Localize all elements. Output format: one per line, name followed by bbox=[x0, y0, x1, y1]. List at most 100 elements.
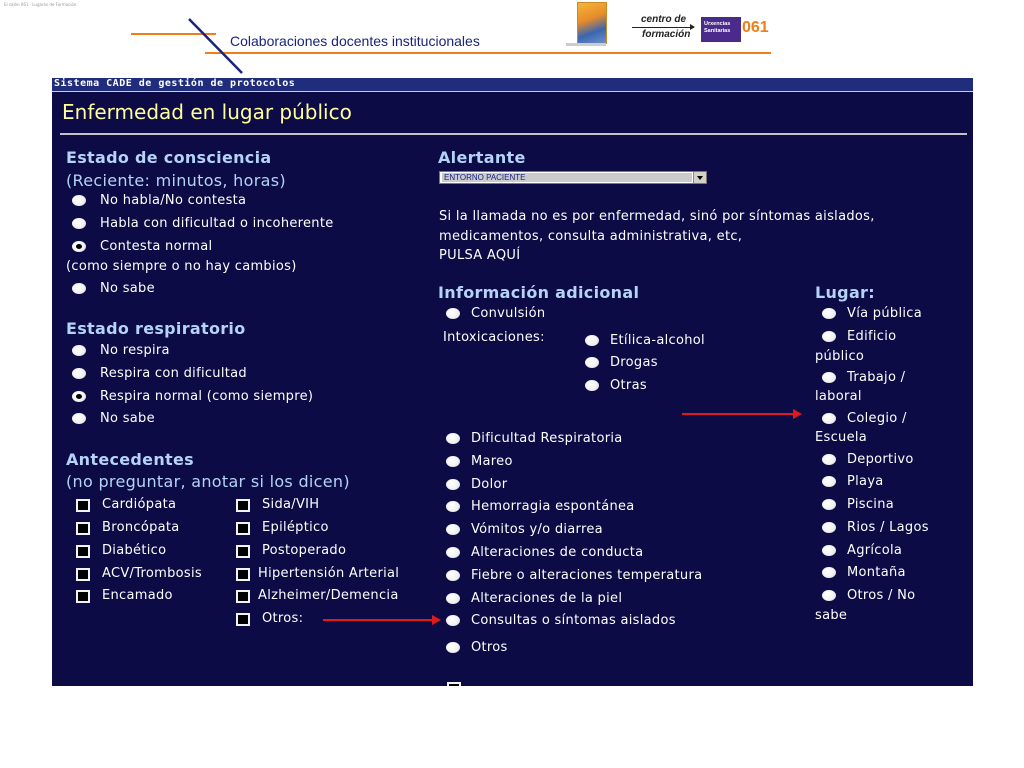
consciencia-subtitle: (Reciente: minutos, horas) bbox=[66, 171, 286, 190]
checkbox-icon bbox=[76, 499, 90, 512]
alertante-message-line1[interactable]: Si la llamada no es por enfermedad, sinó… bbox=[439, 209, 875, 224]
radio-icon bbox=[822, 308, 836, 319]
alertante-message-line2[interactable]: medicamentos, consulta administrativa, e… bbox=[439, 229, 742, 244]
radio-icon bbox=[822, 545, 836, 556]
radio-icon bbox=[822, 372, 836, 383]
checkbox-icon bbox=[236, 568, 250, 581]
radio-icon bbox=[446, 615, 460, 626]
consciencia-title: Estado de consciencia bbox=[66, 148, 272, 167]
radio-icon bbox=[585, 380, 599, 391]
urgencias-logo: Urxencias Sanitarias bbox=[701, 17, 741, 42]
radio-icon bbox=[585, 357, 599, 368]
option-label: Trabajo / bbox=[847, 370, 906, 385]
option-label: Hipertensión Arterial bbox=[258, 566, 400, 581]
window-titlebar: Sistema CADE de gestión de protocolos bbox=[52, 78, 973, 92]
checkbox-icon bbox=[236, 545, 250, 558]
option-label: Otros: bbox=[262, 611, 304, 626]
option-label: Contesta normal bbox=[100, 239, 213, 254]
logo-centro-line2: formación bbox=[642, 29, 691, 40]
poster-logo-shadow bbox=[566, 43, 606, 46]
logo-061: 061 bbox=[742, 19, 769, 36]
option-label: Deportivo bbox=[847, 452, 914, 467]
radio-icon bbox=[72, 218, 86, 229]
logo-urgencias-line1: Urxencias bbox=[704, 21, 731, 27]
radio-icon bbox=[585, 335, 599, 346]
logo-arrow-icon bbox=[632, 24, 695, 30]
option-label: Respira con dificultad bbox=[100, 366, 247, 381]
option-label: Colegio / bbox=[847, 411, 907, 426]
radio-icon bbox=[822, 413, 836, 424]
radio-icon bbox=[72, 283, 86, 294]
radio-icon bbox=[446, 570, 460, 581]
option-label: Respira normal (como siempre) bbox=[100, 389, 314, 404]
radio-icon bbox=[446, 593, 460, 604]
option-label: Postoperado bbox=[262, 543, 347, 558]
checkbox-icon bbox=[76, 545, 90, 558]
radio-icon bbox=[72, 195, 86, 206]
radio-icon bbox=[822, 522, 836, 533]
option-label: Agrícola bbox=[847, 543, 903, 558]
option-label: Encamado bbox=[102, 588, 173, 603]
info-adicional-title: Información adicional bbox=[438, 283, 640, 302]
pulsa-aqui-link[interactable]: PULSA AQUÍ bbox=[439, 248, 520, 263]
option-label: Vómitos y/o diarrea bbox=[471, 522, 603, 537]
lugar-edificio-line2: público bbox=[815, 349, 865, 364]
option-label: Otras bbox=[610, 378, 647, 393]
logo-urgencias-line2: Sanitarias bbox=[704, 28, 731, 34]
option-label: Hemorragia espontánea bbox=[471, 499, 635, 514]
annotation-arrow-icon bbox=[323, 615, 441, 625]
intoxicaciones-label: Intoxicaciones: bbox=[443, 330, 545, 345]
radio-icon bbox=[822, 567, 836, 578]
option-label: Epiléptico bbox=[262, 520, 329, 535]
option-label: No respira bbox=[100, 343, 170, 358]
radio-icon bbox=[446, 308, 460, 319]
option-label: Etílica-alcohol bbox=[610, 333, 705, 348]
radio-icon bbox=[72, 368, 86, 379]
antecedentes-subtitle: (no preguntar, anotar si los dicen) bbox=[66, 472, 350, 491]
cade-window: Sistema CADE de gestión de protocolos En… bbox=[52, 78, 973, 686]
checkbox-icon bbox=[76, 522, 90, 535]
option-label: Drogas bbox=[610, 355, 658, 370]
title-divider bbox=[60, 133, 967, 135]
radio-icon bbox=[822, 499, 836, 510]
checkbox-icon bbox=[236, 613, 250, 626]
lugar-colegio-line2: Escuela bbox=[815, 430, 868, 445]
radio-icon bbox=[822, 454, 836, 465]
option-label: Habla con dificultad o incoherente bbox=[100, 216, 334, 231]
cut-off-checkbox-icon[interactable] bbox=[447, 682, 461, 686]
checkbox-icon bbox=[236, 590, 250, 603]
annotation-arrow-icon bbox=[682, 409, 802, 419]
option-label: No sabe bbox=[100, 411, 155, 426]
radio-icon bbox=[72, 413, 86, 424]
chevron-down-icon[interactable] bbox=[693, 172, 706, 183]
poster-logo bbox=[577, 2, 607, 44]
radio-icon bbox=[822, 476, 836, 487]
respiratorio-title: Estado respiratorio bbox=[66, 319, 246, 338]
lugar-title: Lugar: bbox=[815, 283, 875, 302]
option-label: Edificio bbox=[847, 329, 897, 344]
option-label: Otros / No bbox=[847, 588, 916, 603]
lugar-otros-line2: sabe bbox=[815, 608, 848, 623]
alertante-select[interactable]: ENTORNO PACIENTE bbox=[439, 171, 707, 184]
radio-selected-icon bbox=[72, 391, 86, 402]
alertante-title: Alertante bbox=[438, 148, 526, 167]
option-label: Alteraciones de la piel bbox=[471, 591, 623, 606]
option-label: Fiebre o alteraciones temperatura bbox=[471, 568, 703, 583]
option-label: No habla/No contesta bbox=[100, 193, 247, 208]
option-label: Alteraciones de conducta bbox=[471, 545, 644, 560]
option-label: No sabe bbox=[100, 281, 155, 296]
window-title: Sistema CADE de gestión de protocolos bbox=[54, 78, 296, 89]
centro-formacion-logo: centro de formación bbox=[632, 14, 696, 44]
radio-icon bbox=[446, 547, 460, 558]
option-label: Playa bbox=[847, 474, 884, 489]
checkbox-icon bbox=[76, 568, 90, 581]
lugar-trabajo-line2: laboral bbox=[815, 389, 862, 404]
option-label: Diabético bbox=[102, 543, 167, 558]
option-label: ACV/Trombosis bbox=[102, 566, 202, 581]
option-label: Mareo bbox=[471, 454, 513, 469]
radio-icon bbox=[446, 501, 460, 512]
radio-icon bbox=[446, 479, 460, 490]
radio-icon bbox=[446, 456, 460, 467]
radio-icon bbox=[446, 433, 460, 444]
radio-icon bbox=[446, 642, 460, 653]
